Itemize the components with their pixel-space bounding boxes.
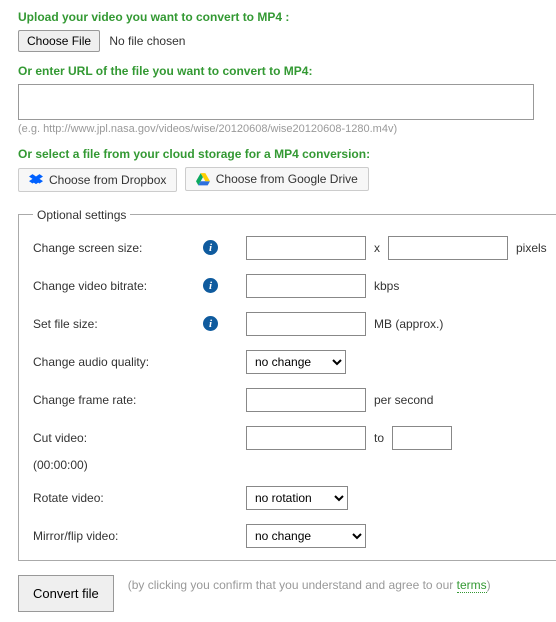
audio-quality-label: Change audio quality: [33,355,203,369]
screen-size-label: Change screen size: [33,241,203,255]
filesize-label: Set file size: [33,317,203,331]
bitrate-unit: kbps [374,279,399,293]
time-format-note: (00:00:00) [33,458,547,472]
gdrive-icon [196,173,210,186]
cloud-heading: Or select a file from your cloud storage… [18,147,538,161]
screen-width-input[interactable] [246,236,366,260]
info-icon[interactable]: i [203,316,218,331]
cut-separator: to [374,431,384,445]
framerate-label: Change frame rate: [33,393,203,407]
rotate-select[interactable]: no rotation [246,486,348,510]
convert-button[interactable]: Convert file [18,575,114,612]
filesize-input[interactable] [246,312,366,336]
filesize-unit: MB (approx.) [374,317,443,331]
screen-size-unit: pixels [516,241,547,255]
terms-text: (by clicking you confirm that you unders… [128,575,491,594]
mirror-label: Mirror/flip video: [33,529,203,543]
framerate-unit: per second [374,393,433,407]
cut-end-input[interactable] [392,426,452,450]
choose-file-button[interactable]: Choose File [18,30,100,52]
upload-heading: Upload your video you want to convert to… [18,10,538,24]
url-example: (e.g. http://www.jpl.nasa.gov/videos/wis… [18,123,538,135]
gdrive-label: Choose from Google Drive [216,172,358,186]
info-icon[interactable]: i [203,240,218,255]
optional-settings-fieldset: Optional settings Change screen size: i … [18,208,556,561]
mirror-select[interactable]: no change [246,524,366,548]
terms-link[interactable]: terms [457,578,487,593]
bitrate-input[interactable] [246,274,366,298]
dropbox-icon [29,174,43,186]
framerate-input[interactable] [246,388,366,412]
optional-settings-legend: Optional settings [33,208,130,222]
info-icon[interactable]: i [203,278,218,293]
url-heading: Or enter URL of the file you want to con… [18,64,538,78]
gdrive-button[interactable]: Choose from Google Drive [185,167,369,191]
dropbox-label: Choose from Dropbox [49,173,166,187]
dropbox-button[interactable]: Choose from Dropbox [18,168,177,192]
file-status: No file chosen [109,34,185,48]
dimension-separator: x [374,241,380,255]
cut-video-label: Cut video: [33,431,203,445]
audio-quality-select[interactable]: no change [246,350,346,374]
rotate-label: Rotate video: [33,491,203,505]
cut-start-input[interactable] [246,426,366,450]
screen-height-input[interactable] [388,236,508,260]
bitrate-label: Change video bitrate: [33,279,203,293]
url-input[interactable] [18,84,534,120]
